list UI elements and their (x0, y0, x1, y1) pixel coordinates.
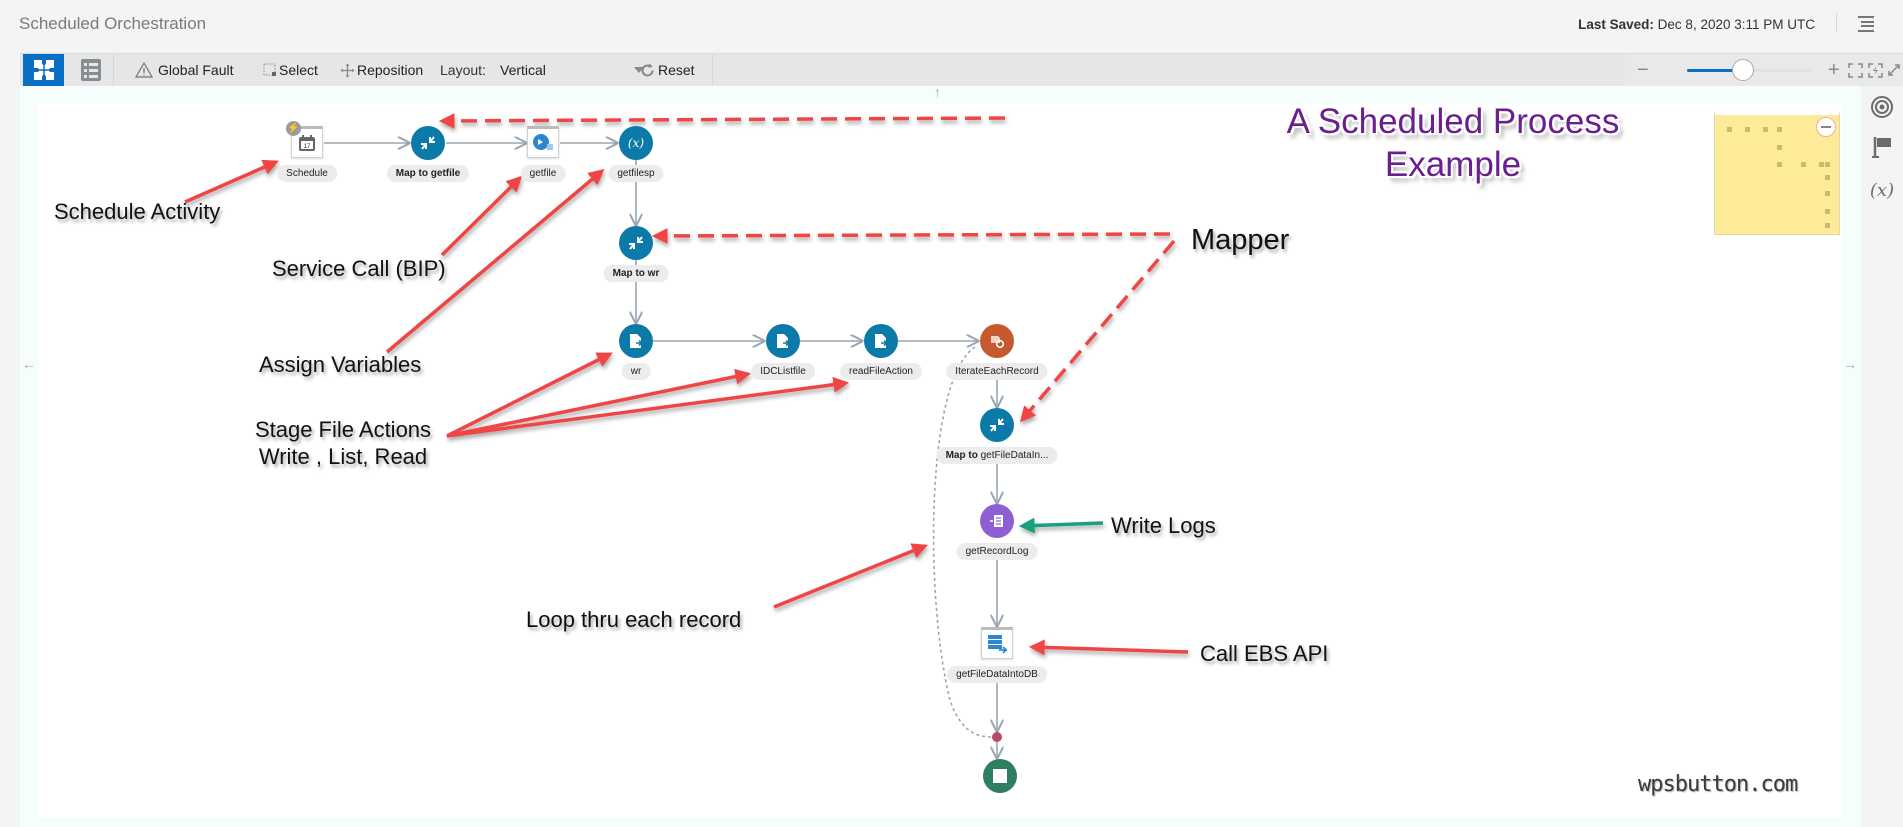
bip-invoke-icon[interactable] (527, 126, 559, 158)
watermark: wpsbutton.com (1638, 772, 1798, 797)
annotation-arrow-write-logs (1018, 517, 1104, 534)
lightning-icon: ⚡ (286, 121, 301, 136)
mapper-icon[interactable] (980, 408, 1014, 442)
node-label[interactable]: getRecordLog (956, 543, 1038, 560)
minus-circle-icon[interactable] (1816, 117, 1836, 137)
minimap-node (1825, 191, 1830, 196)
for-each-icon[interactable] (980, 324, 1014, 358)
diagram-title-line2: Example (1384, 145, 1522, 184)
diagram-title-annotation: A Scheduled Process Example (1268, 100, 1638, 186)
minimap-node (1825, 175, 1830, 180)
minimap-node (1763, 127, 1768, 132)
node-label-text: getfilesp (617, 168, 655, 179)
diagram-title-line1: A Scheduled Process (1286, 102, 1620, 141)
node-label-text: readFileAction (849, 366, 913, 377)
annotation-arrow-mapper-wr (651, 228, 1171, 244)
minimap-node (1825, 209, 1830, 214)
annotation-arrow-stage-list (446, 368, 752, 438)
node-label[interactable]: IterateEachRecord (946, 363, 1048, 380)
stop-icon[interactable] (983, 759, 1017, 793)
node-label-text: getFileDataIntoDB (956, 669, 1038, 680)
mapper-icon[interactable] (619, 226, 653, 260)
mapper-icon[interactable] (411, 126, 445, 160)
annotation-arrow-call-ebs (1028, 639, 1189, 656)
node-label-text: wr (630, 366, 642, 377)
node-label[interactable]: getfile (520, 165, 566, 182)
node-label[interactable]: Map to wr (603, 265, 669, 282)
annotation-call-ebs: Call EBS API (1200, 641, 1329, 666)
node-label-text: getRecordLog (965, 546, 1029, 557)
annotation-schedule-activity: Schedule Activity (54, 199, 221, 224)
annotation-service-call: Service Call (BIP) (272, 256, 446, 281)
annotation-arrow-stage-read (446, 376, 850, 438)
annotation-assign-variables: Assign Variables (259, 352, 422, 377)
node-label[interactable]: IDCListfile (751, 363, 815, 380)
annotation-arrow-service-call (440, 175, 523, 257)
ebs-adapter-icon[interactable] (981, 627, 1013, 659)
node-label[interactable]: Schedule (277, 165, 337, 182)
node-label-text: IterateEachRecord (955, 366, 1039, 377)
stage-file-icon[interactable] (766, 324, 800, 358)
node-label-text: getfile (529, 168, 557, 179)
stage-file-icon[interactable] (864, 324, 898, 358)
node-label-text: getFileDataIn... (980, 450, 1049, 461)
logger-icon[interactable] (980, 504, 1014, 538)
minimap-node (1825, 223, 1830, 228)
assign-icon[interactable]: (x) (619, 126, 653, 160)
merge-point[interactable] (992, 732, 1002, 742)
annotation-arrow-mapper-top (438, 113, 1006, 129)
node-label[interactable]: wr (621, 363, 651, 380)
minimap[interactable] (1714, 110, 1840, 235)
annotation-stage-file-line1: Stage File Actions (254, 417, 432, 442)
node-label-text: IDCListfile (760, 366, 806, 377)
node-label-text: Schedule (286, 168, 328, 179)
annotation-arrow-schedule (184, 159, 279, 204)
node-label[interactable]: Map to getFileDataIn... (936, 447, 1058, 464)
node-label-prefix: Map to (945, 450, 981, 461)
node-label-prefix: Map to (395, 168, 431, 179)
node-label-text: getfile (430, 168, 461, 179)
node-label[interactable]: getfilesp (608, 165, 664, 182)
node-label[interactable]: Map to getfile (386, 165, 470, 182)
annotation-stage-file-line2: Write , List, Read (258, 444, 428, 469)
annotation-loop: Loop thru each record (526, 607, 742, 632)
minimap-node (1777, 145, 1782, 150)
minimap-node (1727, 127, 1732, 132)
annotation-arrow-loop (773, 543, 928, 609)
node-label-prefix: Map to (612, 268, 648, 279)
svg-text:17: 17 (304, 144, 311, 150)
annotation-arrow-mapper-getfiledata (1019, 239, 1176, 423)
minimap-node (1819, 162, 1824, 167)
minimap-node (1777, 162, 1782, 167)
node-label-text: wr (647, 268, 660, 279)
minimap-node (1745, 127, 1750, 132)
annotation-stage-file: Stage File Actions Write , List, Read (243, 416, 443, 470)
node-label[interactable]: getFileDataIntoDB (947, 666, 1047, 683)
minimap-node (1801, 162, 1806, 167)
stage-file-icon[interactable] (619, 324, 653, 358)
node-label[interactable]: readFileAction (840, 363, 922, 380)
minimap-node (1825, 162, 1830, 167)
annotation-mapper: Mapper (1191, 224, 1290, 256)
annotation-write-logs: Write Logs (1111, 513, 1216, 538)
minimap-node (1777, 127, 1782, 132)
